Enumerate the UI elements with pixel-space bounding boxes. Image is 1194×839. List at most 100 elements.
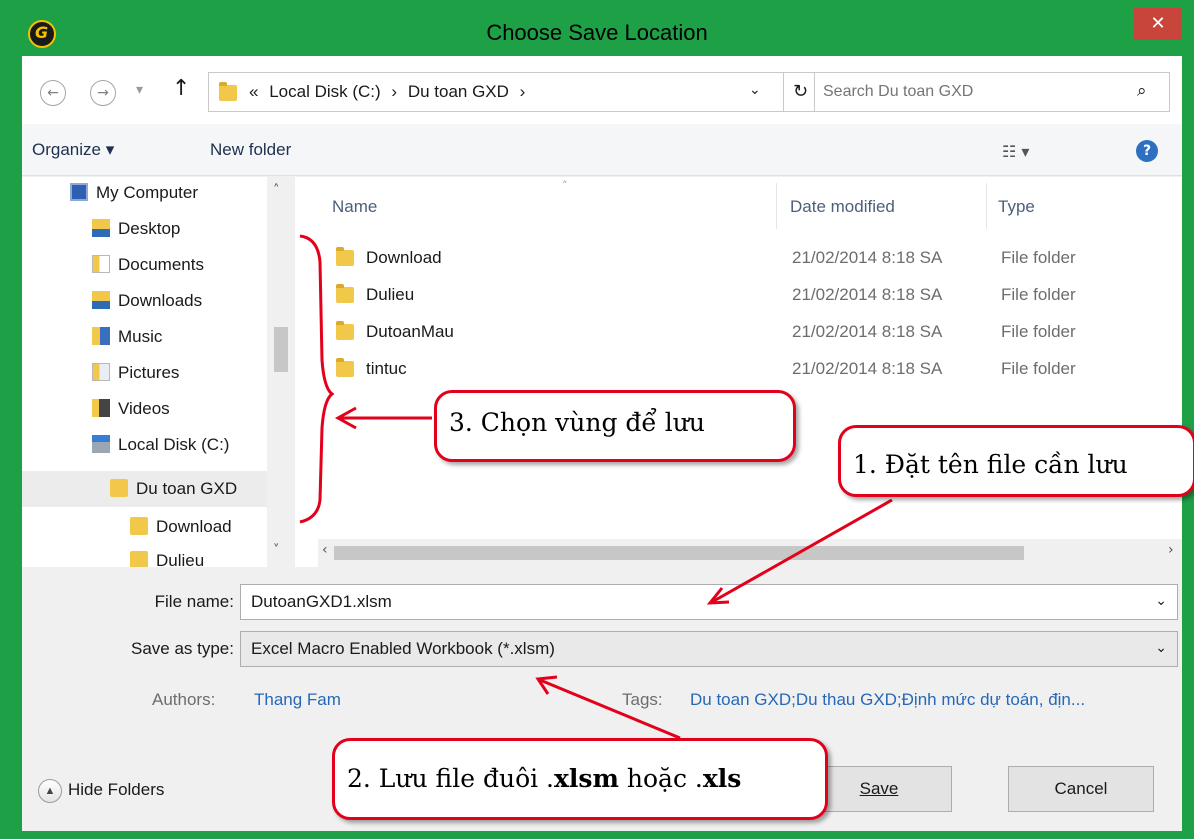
nav-item-label: Desktop <box>118 219 181 238</box>
breadcrumb-overflow[interactable]: « <box>249 82 258 101</box>
save-type-value[interactable]: Excel Macro Enabled Workbook (*.xlsm) <box>251 639 555 659</box>
callout-file-name: 1. Đặt tên file cần lưu <box>838 425 1194 497</box>
hide-folders-label: Hide Folders <box>68 780 165 799</box>
address-bar[interactable]: « Local Disk (C:) › Du toan GXD › ⌄ <box>208 72 784 112</box>
authors-value[interactable]: Thang Fam <box>254 690 341 710</box>
up-arrow-icon[interactable]: ↑ <box>172 76 190 101</box>
scroll-down-icon[interactable]: ˅ <box>273 543 280 558</box>
address-row: ← → ▾ ↑ « Local Disk (C:) › Du toan GXD … <box>22 56 1182 124</box>
callout-file-extension: 2. Lưu file đuôi .xlsm hoặc .xls <box>332 738 828 820</box>
navigation-pane: My Computer Desktop Documents Downloads … <box>22 177 297 567</box>
file-name-value[interactable]: DutoanGXD1.xlsm <box>251 592 392 612</box>
breadcrumb-separator-icon[interactable]: › <box>520 82 526 101</box>
command-toolbar: Organize ▾ New folder ☷ ▾ ? <box>22 124 1182 176</box>
folder-icon <box>130 551 148 567</box>
scroll-left-icon[interactable]: ‹ <box>322 542 328 558</box>
nav-scrollbar[interactable]: ˄ ˅ <box>267 177 295 567</box>
breadcrumb-separator-icon[interactable]: › <box>391 82 397 101</box>
column-header-date[interactable]: Date modified <box>790 187 895 227</box>
file-name: Download <box>366 248 442 267</box>
file-list-scrollbar[interactable]: ‹ › <box>318 539 1182 567</box>
address-dropdown-icon[interactable]: ⌄ <box>749 82 761 98</box>
column-divider[interactable] <box>776 183 777 229</box>
column-header-name[interactable]: Name <box>332 187 377 227</box>
save-type-row: Save as type: Excel Macro Enabled Workbo… <box>22 631 1182 667</box>
back-button[interactable]: ← <box>40 80 66 106</box>
breadcrumb-du-toan-gxd[interactable]: Du toan GXD <box>408 82 509 101</box>
file-list: Name ˄ Date modified Type Download 21/02/… <box>318 177 1182 567</box>
nav-item-label: Local Disk (C:) <box>118 435 230 454</box>
collapse-icon: ▲ <box>38 779 62 803</box>
nav-item-local-disk[interactable]: Local Disk (C:) <box>92 429 229 461</box>
scroll-right-icon[interactable]: › <box>1168 542 1174 558</box>
file-name: DutoanMau <box>366 322 454 341</box>
search-box[interactable]: ⌕ <box>814 72 1170 112</box>
file-row[interactable]: Dulieu 21/02/2014 8:18 SA File folder <box>318 278 1182 312</box>
callout-ext-xls: xls <box>702 764 742 793</box>
nav-item-desktop[interactable]: Desktop <box>92 213 180 245</box>
hide-folders-button[interactable]: ▲ Hide Folders <box>38 779 164 803</box>
nav-item-label: Music <box>118 327 163 346</box>
authors-label: Authors: <box>152 690 216 709</box>
save-type-label: Save as type: <box>130 639 234 658</box>
file-name-field[interactable]: DutoanGXD1.xlsm ⌄ <box>240 584 1178 620</box>
nav-item-my-computer[interactable]: My Computer <box>70 177 198 209</box>
sort-ascending-icon: ˄ <box>562 179 568 192</box>
nav-item-pictures[interactable]: Pictures <box>92 357 179 389</box>
nav-item-music[interactable]: Music <box>92 321 162 353</box>
chevron-down-icon[interactable]: ⌄ <box>1155 639 1167 656</box>
organize-menu-button[interactable]: Organize ▾ <box>32 140 114 160</box>
file-type: File folder <box>1001 248 1076 267</box>
cancel-button[interactable]: Cancel <box>1008 766 1154 812</box>
file-row[interactable]: tintuc 21/02/2014 8:18 SA File folder <box>318 352 1182 386</box>
nav-item-documents[interactable]: Documents <box>92 249 204 281</box>
folder-icon <box>336 321 354 340</box>
file-name: tintuc <box>366 359 407 378</box>
file-name-label: File name: <box>154 592 234 611</box>
change-view-button[interactable]: ☷ ▾ <box>1002 142 1029 161</box>
nav-item-label: Dulieu <box>156 551 205 567</box>
documents-icon <box>92 255 110 273</box>
column-header-type[interactable]: Type <box>998 187 1035 227</box>
file-name: Dulieu <box>366 285 415 304</box>
folder-icon <box>130 517 148 535</box>
file-date: 21/02/2014 8:18 SA <box>792 322 943 341</box>
chevron-down-icon[interactable]: ⌄ <box>1155 592 1167 609</box>
nav-item-du-toan-gxd[interactable]: Du toan GXD <box>22 471 267 507</box>
nav-item-label: Pictures <box>118 363 180 382</box>
nav-scrollbar-thumb[interactable] <box>274 327 288 372</box>
refresh-button[interactable]: ↻ <box>784 72 818 112</box>
folder-icon <box>110 479 128 497</box>
file-row[interactable]: DutoanMau 21/02/2014 8:18 SA File folder <box>318 315 1182 349</box>
nav-item-label: Downloads <box>118 291 203 310</box>
nav-item-videos[interactable]: Videos <box>92 393 170 425</box>
videos-icon <box>92 399 110 417</box>
tags-label: Tags: <box>622 690 663 709</box>
save-type-select[interactable]: Excel Macro Enabled Workbook (*.xlsm) ⌄ <box>240 631 1178 667</box>
breadcrumb-local-disk[interactable]: Local Disk (C:) <box>269 82 380 101</box>
close-button[interactable]: ✕ <box>1134 8 1182 40</box>
nav-item-label: Download <box>156 517 232 536</box>
breadcrumb: « Local Disk (C:) › Du toan GXD › <box>249 82 531 102</box>
help-icon[interactable]: ? <box>1136 140 1158 162</box>
search-input[interactable] <box>823 79 1123 105</box>
file-name-row: File name: DutoanGXD1.xlsm ⌄ <box>22 584 1182 620</box>
drive-icon <box>92 435 110 453</box>
file-row[interactable]: Download 21/02/2014 8:18 SA File folder <box>318 241 1182 275</box>
callout-choose-location: 3. Chọn vùng để lưu <box>434 390 796 462</box>
scroll-up-icon[interactable]: ˄ <box>273 183 280 198</box>
nav-item-download[interactable]: Download <box>130 511 232 543</box>
folder-icon <box>336 247 354 266</box>
nav-item-dulieu[interactable]: Dulieu <box>130 545 204 567</box>
forward-button[interactable]: → <box>90 80 116 106</box>
pictures-icon <box>92 363 110 381</box>
new-folder-button[interactable]: New folder <box>210 140 291 160</box>
downloads-icon <box>92 291 110 309</box>
tags-value[interactable]: Du toan GXD;Du thau GXD;Định mức dự toán… <box>690 690 1085 710</box>
recent-locations-chevron-icon[interactable]: ▾ <box>136 82 143 98</box>
nav-item-downloads[interactable]: Downloads <box>92 285 202 317</box>
file-list-scrollbar-thumb[interactable] <box>334 546 1024 560</box>
column-divider[interactable] <box>986 183 987 229</box>
callout-text: 2. Lưu file đuôi . <box>347 764 555 793</box>
search-icon[interactable]: ⌕ <box>1137 81 1147 101</box>
